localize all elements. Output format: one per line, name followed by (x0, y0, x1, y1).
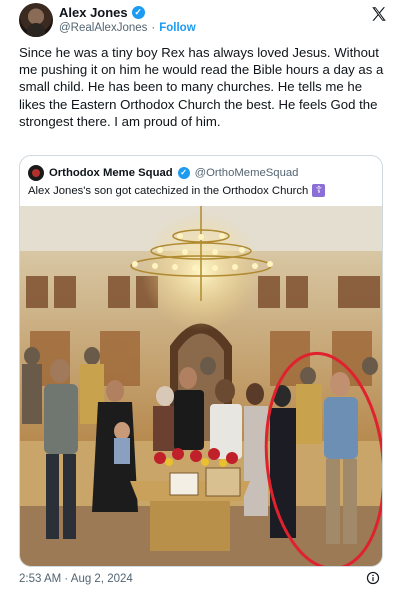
x-logo-icon[interactable] (370, 5, 388, 23)
separator-dot: · (151, 22, 156, 34)
info-icon[interactable] (366, 571, 380, 585)
quoted-photo[interactable] (20, 206, 382, 566)
author-display-name[interactable]: Alex Jones (59, 5, 128, 20)
tweet-card: Alex Jones ✓ @RealAlexJones · Follow Sin… (0, 0, 402, 600)
tweet-header: Alex Jones ✓ @RealAlexJones · Follow (19, 3, 392, 39)
quoted-text-row: Alex Jones's son got catechized in the O… (28, 184, 326, 197)
author-handle-row: @RealAlexJones · Follow (59, 22, 196, 34)
quoted-tweet[interactable]: Orthodox Meme Squad ✓ @OrthoMemeSquad Al… (19, 155, 383, 567)
quoted-verified-badge-icon: ✓ (177, 167, 190, 179)
verified-badge-icon: ✓ (131, 6, 145, 19)
author-handle[interactable]: @RealAlexJones (59, 22, 147, 34)
quoted-avatar[interactable] (28, 165, 44, 181)
tweet-text: Since he was a tiny boy Rex has always l… (19, 45, 384, 129)
follow-button[interactable]: Follow (159, 22, 195, 34)
quoted-handle[interactable]: @OrthoMemeSquad (195, 167, 299, 179)
orthodox-cross-icon: ☦ (312, 184, 326, 197)
quoted-display-name[interactable]: Orthodox Meme Squad (49, 167, 173, 179)
author-avatar[interactable] (19, 3, 53, 37)
quoted-header: Orthodox Meme Squad ✓ @OrthoMemeSquad (28, 165, 298, 181)
author-name-row: Alex Jones ✓ (59, 5, 145, 20)
tweet-timestamp[interactable]: 2:53 AM · Aug 2, 2024 (19, 573, 133, 585)
quoted-text: Alex Jones's son got catechized in the O… (28, 184, 309, 197)
